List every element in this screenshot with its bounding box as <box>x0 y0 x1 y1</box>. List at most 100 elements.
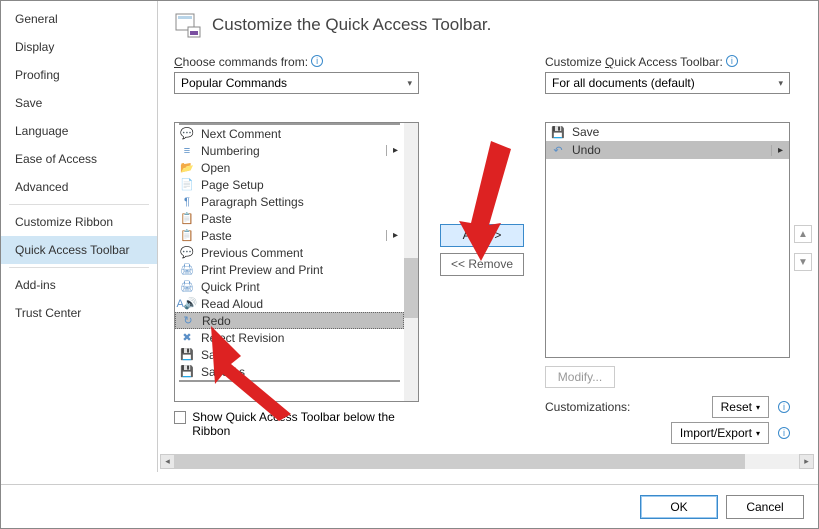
paste-icon: 📋 <box>179 211 195 227</box>
horizontal-scrollbar[interactable]: ◂ ▸ <box>160 454 814 469</box>
list-item-label: Page Setup <box>201 178 264 192</box>
undo-icon: ↶ <box>550 142 566 158</box>
scroll-right-button[interactable]: ▸ <box>799 454 814 469</box>
quick-access-toolbar-icon <box>174 11 202 39</box>
quick-print-icon: 🖨 <box>179 279 195 295</box>
list-item-label: Paragraph Settings <box>201 195 304 209</box>
sidebar-item-save[interactable]: Save <box>1 89 157 117</box>
list-item[interactable]: 💾 Save As <box>175 363 404 380</box>
sidebar-separator <box>9 204 149 205</box>
list-item[interactable]: 💾Save <box>546 123 789 141</box>
list-item[interactable]: 💾 Save <box>175 346 404 363</box>
list-item-label: Paste <box>201 229 232 243</box>
sidebar-item-trust-center[interactable]: Trust Center <box>1 299 157 327</box>
submenu-arrow-icon: ▸ <box>386 145 400 156</box>
list-item[interactable]: ↶ Undo ▸ <box>546 141 789 159</box>
list-item[interactable]: 🖨 Quick Print <box>175 278 404 295</box>
separator <box>179 380 400 382</box>
scroll-left-button[interactable]: ◂ <box>160 454 175 469</box>
list-item-label: Read Aloud <box>201 297 263 311</box>
qat-listbox[interactable]: 💾Save↶ Undo ▸ <box>545 122 790 358</box>
cancel-button[interactable]: Cancel <box>726 495 804 519</box>
modify-button: Modify... <box>545 366 615 388</box>
choose-commands-dropdown[interactable]: Popular Commands▾ <box>174 72 419 94</box>
submenu-arrow-icon: ▸ <box>771 145 785 156</box>
scroll-thumb[interactable] <box>404 258 418 318</box>
list-item[interactable]: 📋 Paste ▸ <box>175 227 404 244</box>
sidebar-item-add-ins[interactable]: Add-ins <box>1 271 157 299</box>
info-icon[interactable]: i <box>311 55 323 67</box>
info-icon[interactable]: i <box>726 55 738 67</box>
chevron-down-icon: ▾ <box>756 429 760 438</box>
import-export-button[interactable]: Import/Export▾ <box>671 422 769 444</box>
list-item[interactable]: 📂 Open <box>175 159 404 176</box>
read-aloud-icon: A🔊 <box>179 296 195 312</box>
list-item[interactable]: 💬 Next Comment <box>175 125 404 142</box>
commands-listbox[interactable]: 💬 Next Comment ≡ Numbering ▸ 📂 Open 📄 Page Setup… <box>174 122 419 402</box>
sidebar-item-general[interactable]: General <box>1 5 157 33</box>
sidebar-item-proofing[interactable]: Proofing <box>1 61 157 89</box>
add-button[interactable]: Add >> <box>440 224 524 247</box>
save-icon: 💾 <box>179 347 195 363</box>
sidebar-item-language[interactable]: Language <box>1 117 157 145</box>
list-item-label: Save As <box>201 365 245 379</box>
scrollbar[interactable] <box>404 123 418 401</box>
list-item-label: Reject Revision <box>201 331 284 345</box>
sidebar-item-quick-access-toolbar[interactable]: Quick Access Toolbar <box>1 236 157 264</box>
main-panel: Customize the Quick Access Toolbar. Choo… <box>158 1 818 472</box>
dialog-button-bar: OK Cancel <box>1 484 818 528</box>
list-item[interactable]: 📄 Page Setup <box>175 176 404 193</box>
info-icon[interactable]: i <box>778 427 790 439</box>
show-below-ribbon-label: Show Quick Access Toolbar below the Ribb… <box>192 410 419 438</box>
print-preview-icon: 🖨 <box>179 262 195 278</box>
list-item[interactable]: ✖Reject Revision <box>175 329 404 346</box>
customizations-label: Customizations: <box>545 400 630 414</box>
list-item[interactable]: ↻ Redo <box>175 312 404 329</box>
choose-commands-label: Choose commands from:i <box>174 55 419 69</box>
chevron-down-icon: ▾ <box>407 78 412 89</box>
numbering-icon: ≡ <box>179 143 195 159</box>
list-item-label: Save <box>572 125 599 139</box>
ok-button[interactable]: OK <box>640 495 718 519</box>
list-item-label: Quick Print <box>201 280 260 294</box>
customize-qat-label: Customize Quick Access Toolbar:i <box>545 55 790 69</box>
move-up-button[interactable]: ▲ <box>794 225 812 243</box>
list-item-label: Paste <box>201 212 232 226</box>
page-title: Customize the Quick Access Toolbar. <box>212 15 491 35</box>
list-item-label: Redo <box>202 314 231 328</box>
submenu-arrow-icon: ▸ <box>386 230 400 241</box>
move-down-button[interactable]: ▼ <box>794 253 812 271</box>
list-item-label: Save <box>201 348 228 362</box>
list-item[interactable]: 📋 Paste <box>175 210 404 227</box>
page-setup-icon: 📄 <box>179 177 195 193</box>
list-item[interactable]: 🖨 Print Preview and Print <box>175 261 404 278</box>
open-icon: 📂 <box>179 160 195 176</box>
list-item[interactable]: ≡ Numbering ▸ <box>175 142 404 159</box>
customize-qat-dropdown[interactable]: For all documents (default)▾ <box>545 72 790 94</box>
list-item-label: Numbering <box>201 144 260 158</box>
list-item-label: Next Comment <box>201 127 281 141</box>
list-item[interactable]: ¶Paragraph Settings <box>175 193 404 210</box>
list-item[interactable]: A🔊 Read Aloud <box>175 295 404 312</box>
sidebar-item-ease-of-access[interactable]: Ease of Access <box>1 145 157 173</box>
list-item-label: Open <box>201 161 230 175</box>
chevron-down-icon: ▾ <box>756 403 760 412</box>
list-item-label: Previous Comment <box>201 246 303 260</box>
sidebar-item-customize-ribbon[interactable]: Customize Ribbon <box>1 208 157 236</box>
paste-icon: 📋 <box>179 228 195 244</box>
list-item[interactable]: 💬 Previous Comment <box>175 244 404 261</box>
reset-button[interactable]: Reset▾ <box>712 396 769 418</box>
sidebar-item-display[interactable]: Display <box>1 33 157 61</box>
sidebar: General Display Proofing Save Language E… <box>1 1 158 472</box>
redo-icon: ↻ <box>180 313 196 329</box>
comment-icon: 💬 <box>179 126 195 142</box>
sidebar-item-advanced[interactable]: Advanced <box>1 173 157 201</box>
show-below-ribbon-checkbox[interactable] <box>174 411 186 424</box>
list-item-label: Undo <box>572 143 601 157</box>
comment-icon: 💬 <box>179 245 195 261</box>
save-as-icon: 💾 <box>179 364 195 380</box>
remove-button[interactable]: << Remove <box>440 253 524 276</box>
info-icon[interactable]: i <box>778 401 790 413</box>
list-item-label: Print Preview and Print <box>201 263 323 277</box>
scroll-thumb[interactable] <box>175 454 745 469</box>
